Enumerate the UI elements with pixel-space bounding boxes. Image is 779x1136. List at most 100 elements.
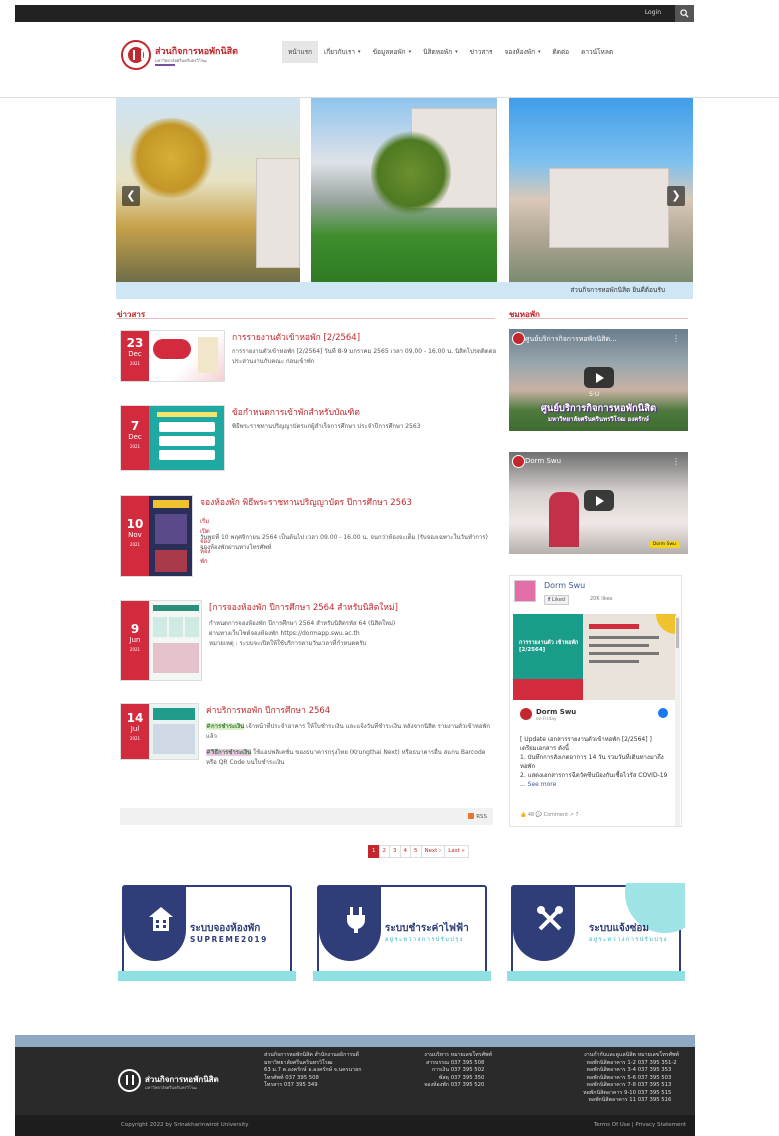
brand-subtitle: มหาวิทยาลัยศรีนครินทรวิโรฒ: [155, 58, 207, 63]
brand-name[interactable]: ส่วนกิจการหอพักนิสิต: [155, 44, 238, 58]
news-thumbnail[interactable]: 23 Dec 2021: [120, 330, 225, 382]
date-month: Jun: [129, 636, 141, 644]
play-button[interactable]: [584, 490, 614, 511]
nav-contact[interactable]: ติดต่อ: [547, 41, 576, 63]
address-line: โทรสาร 037 395 349: [264, 1082, 318, 1088]
next-page-button[interactable]: Next ›: [420, 845, 446, 858]
news-title-link[interactable]: ค่าบริการหอพัก ปีการศึกษา 2564: [206, 703, 330, 717]
post-line: 1. บันทึกการสังเกตอาการ 14 วัน รวมวันที่…: [520, 754, 664, 770]
news-summary-line: กำหนดการจองห้องพัก ปีการศึกษา 2564 สำหรั…: [209, 620, 396, 627]
nav-news[interactable]: ข่าวสาร: [464, 41, 499, 63]
banner-electricity-payment[interactable]: ระบบชำระค่าไฟฟ้า อยู่ระหว่างการปรับปรุง: [313, 883, 491, 981]
banner-band: [507, 971, 685, 981]
slider-caption-bar: ส่วนกิจการหอพักนิสิต ยินดีต้อนรับ: [116, 282, 693, 299]
date-year: 2021: [129, 647, 141, 652]
video-player-2[interactable]: Dorm Swu ⋮ Dorm Swu: [509, 452, 688, 554]
news-summary-line: ผ่านทางเว็บไซต์จองห้องพัก https://dormap…: [209, 630, 360, 637]
facebook-page-name[interactable]: Dorm Swu: [544, 581, 585, 590]
nav-residents[interactable]: นิสิตหอพัก ▾: [417, 41, 464, 63]
caret-down-icon: ▾: [408, 49, 412, 55]
banner-repair-request[interactable]: ระบบแจ้งซ่อม อยู่ระหว่างการปรับปรุง: [507, 883, 685, 981]
date-badge: 10 Nov 2021: [121, 496, 149, 576]
video-title[interactable]: Dorm Swu: [525, 457, 561, 465]
news-summary: การรายงานตัวเข้าหอพัก [2/2564] วันที่ 8-…: [232, 348, 497, 365]
news-title-link[interactable]: ข้อกำหนดการเข้าพักสำหรับบัณฑิต: [232, 405, 360, 419]
footer-stripe: [15, 1035, 695, 1047]
more-options-icon[interactable]: ⋮: [672, 334, 680, 343]
nav-home[interactable]: หน้าแรก: [282, 41, 318, 63]
last-page-button[interactable]: Last »: [444, 845, 469, 858]
caret-down-icon: ▾: [358, 49, 361, 55]
site-footer: ส่วนกิจการหอพักนิสิต มหาวิทยาลัยศรีนคริน…: [15, 1047, 695, 1115]
dorm-phone: 037 395 503: [637, 1074, 672, 1081]
thumbnail-image: [149, 496, 192, 576]
thumb-shape: [153, 605, 199, 611]
news-heading: ข่าวสาร: [117, 310, 146, 319]
thumb-shape: [159, 450, 215, 460]
thumb-shape: [153, 643, 199, 673]
post-text: [ Update เอกสารรายงานตัวเข้าหอพัก [2/256…: [520, 735, 670, 789]
university-logo[interactable]: [121, 40, 151, 70]
post-image-right: [583, 614, 676, 700]
news-thumbnail[interactable]: 9 Jun 2021: [120, 600, 202, 681]
video-title[interactable]: ศูนย์บริการกิจการหอพักนิสิต...: [525, 334, 617, 345]
slide-photo: [116, 98, 300, 282]
date-month: Nov: [128, 531, 142, 539]
news-thumbnail[interactable]: 14 Jul 2021: [120, 703, 199, 760]
date-day: 7: [130, 419, 140, 433]
news-thumbnail[interactable]: 10 Nov 2021: [120, 495, 193, 577]
facebook-like-count: 20K likes: [590, 596, 613, 602]
dorm-phone: 037 395 513: [637, 1082, 672, 1088]
video-player-1[interactable]: ศูนย์บริการกิจการหอพักนิสิต... ⋮ S·U ศูน…: [509, 329, 688, 431]
terms-privacy-links[interactable]: Terms Of Use | Privacy Statement: [594, 1122, 686, 1128]
dorm-row: หอพักนิสิตอาคาร 1-2 037 395 351-2: [560, 1060, 679, 1068]
wrench-icon: [537, 906, 563, 931]
news-thumbnail[interactable]: 7 Dec 2021: [120, 405, 225, 471]
pagination: 1 2 3 4 5 Next › Last »: [368, 845, 469, 858]
news-title-link[interactable]: การรายงานตัวเข้าหอพัก [2/2564]: [232, 330, 360, 344]
date-day: 14: [126, 711, 144, 725]
search-button[interactable]: [675, 5, 694, 22]
post-author-name[interactable]: Dorm Swu: [536, 708, 576, 716]
nav-download[interactable]: ดาวน์โหลด: [575, 41, 619, 63]
see-more-link[interactable]: See more: [528, 781, 557, 788]
rss-link[interactable]: RSS: [468, 813, 487, 820]
post-stats[interactable]: 👍 48 💬 Comment ↗ 7: [520, 812, 579, 818]
image-slider: ส่วนกิจการหอพักนิสิต ยินดีต้อนรับ ❮ ❯: [116, 98, 693, 300]
facebook-page-avatar[interactable]: [514, 580, 536, 602]
post-author-avatar[interactable]: [520, 708, 532, 720]
facebook-scrollbar[interactable]: [675, 616, 680, 826]
more-options-icon[interactable]: ⋮: [672, 457, 680, 466]
footer-contacts: งานบริหาร หมายเลขโทรศัพท์ สารบรรณ 037 39…: [411, 1052, 492, 1090]
login-link[interactable]: Login: [645, 9, 661, 16]
date-badge: 7 Dec 2021: [121, 406, 149, 470]
slider-next-button[interactable]: ❯: [667, 186, 685, 206]
news-title-link[interactable]: [การจองห้องพัก ปีการศึกษา 2564 สำหรับนิส…: [209, 600, 398, 614]
thumb-shape: [153, 724, 195, 754]
dorm-label: หอพักนิสิตอาคาร 11: [588, 1097, 636, 1103]
slider-prev-button[interactable]: ❮: [122, 186, 140, 206]
contact-label: พัสดุ: [438, 1074, 449, 1081]
banner-booking-system[interactable]: ระบบจองห้องพัก SUPREME2019: [118, 883, 296, 981]
nav-dorm-info[interactable]: ข้อมูลหอพัก ▾: [367, 41, 418, 63]
channel-avatar: [512, 455, 525, 468]
nav-booking[interactable]: จองห้องพัก ▾: [499, 41, 547, 63]
video-overlay-subtitle: มหาวิทยาลัยศรีนครินทรวิโรฒ องครักษ์: [547, 416, 649, 423]
dorm-label: หอพักนิสิตอาคาร 3-4: [586, 1067, 636, 1073]
liked-button[interactable]: f Liked: [544, 595, 570, 605]
dorm-row: หอพักนิสิตอาคาร 5-6 037 395 503: [560, 1075, 679, 1083]
nav-label: นิสิตหอพัก: [423, 48, 453, 56]
person-figure: [549, 492, 579, 547]
news-summary-line: หมายเหตุ : ระบบจะเปิดให้ใช้บริการตามวันเ…: [209, 640, 367, 647]
play-button[interactable]: [584, 367, 614, 388]
copyright-bar: Copyright 2022 by Srinakharinwirot Unive…: [15, 1115, 695, 1136]
post-time[interactable]: on Friday: [536, 717, 557, 722]
dorm-row: หอพักนิสิตอาคาร 3-4 037 395 353: [560, 1067, 679, 1075]
date-badge: 23 Dec 2021: [121, 331, 149, 381]
news-title-link[interactable]: จองห้องพัก พิธีพระราชทานปริญญาบัตร ปีการ…: [200, 495, 412, 509]
thumbnail-image: [149, 601, 201, 680]
building-icon: [149, 907, 173, 931]
contact-label: สารบรรณ: [425, 1059, 449, 1066]
facebook-post-image[interactable]: การรายงานตัว เข้าหอพัก [2/2564]: [513, 614, 676, 700]
nav-about[interactable]: เกี่ยวกับเรา ▾: [318, 41, 367, 63]
